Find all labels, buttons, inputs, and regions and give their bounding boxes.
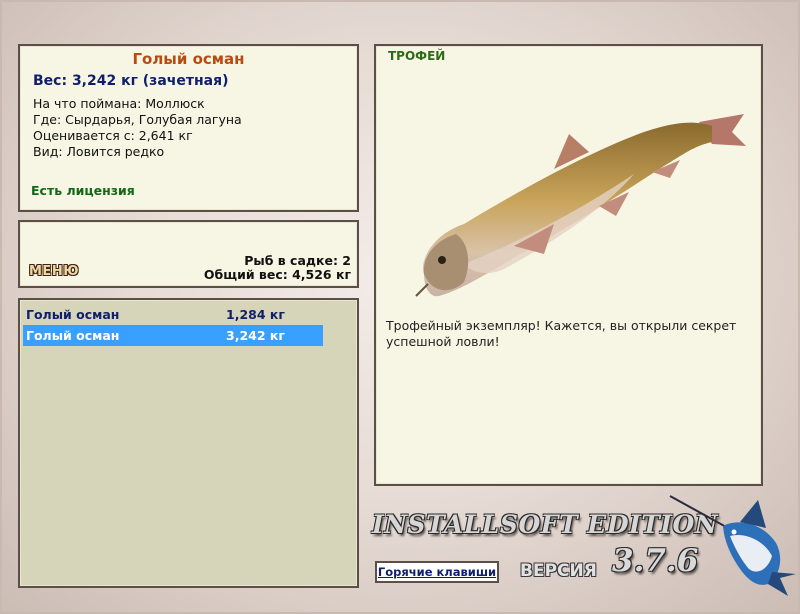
trophy-panel: ТРОФЕЙ Трофейный экземпляр! Кажется, вы … <box>374 44 763 486</box>
menu-panel: МЕНЮ Рыб в садке: 2 Общий вес: 4,526 кг <box>18 220 359 288</box>
catch-location: Где: Сырдарья, Голубая лагуна <box>33 112 242 127</box>
fish-info-panel: Голый осман Вес: 3,242 кг (зачетная) На … <box>18 44 359 212</box>
list-item-name: Голый осман <box>26 328 120 343</box>
hotkeys-label: Горячие клавиши <box>377 565 497 579</box>
catch-list: Голый осман 1,284 кг Голый осман 3,242 к… <box>18 298 359 588</box>
trophy-message: Трофейный экземпляр! Кажется, вы открыли… <box>386 318 737 349</box>
fish-image <box>415 114 746 297</box>
license-status: Есть лицензия <box>31 183 135 198</box>
list-item[interactable]: Голый осман 1,284 кг <box>23 304 323 325</box>
hotkeys-button[interactable]: Горячие клавиши <box>375 561 499 583</box>
cage-total-weight: Общий вес: 4,526 кг <box>203 267 351 282</box>
scored-from: Оценивается с: 2,641 кг <box>33 128 193 143</box>
menu-button[interactable]: МЕНЮ <box>29 264 79 279</box>
cage-count: Рыб в садке: 2 <box>244 253 351 268</box>
trophy-title: ТРОФЕЙ <box>388 49 446 63</box>
fish-weight: Вес: 3,242 кг (зачетная) <box>33 73 229 89</box>
list-item-weight: 3,242 кг <box>226 328 285 343</box>
list-item-name: Голый осман <box>26 307 120 322</box>
list-item-selected[interactable]: Голый осман 3,242 кг <box>23 325 323 346</box>
marlin-icon <box>669 495 796 596</box>
list-item-weight: 1,284 кг <box>226 307 285 322</box>
caught-on: На что поймана: Моллюск <box>33 96 205 111</box>
rarity: Вид: Ловится редко <box>33 144 165 159</box>
version-label: ВЕРСИЯ <box>520 561 597 581</box>
fish-name: Голый осман <box>132 50 245 68</box>
edition-logo: INSTALLSOFT EDITION <box>372 510 719 539</box>
